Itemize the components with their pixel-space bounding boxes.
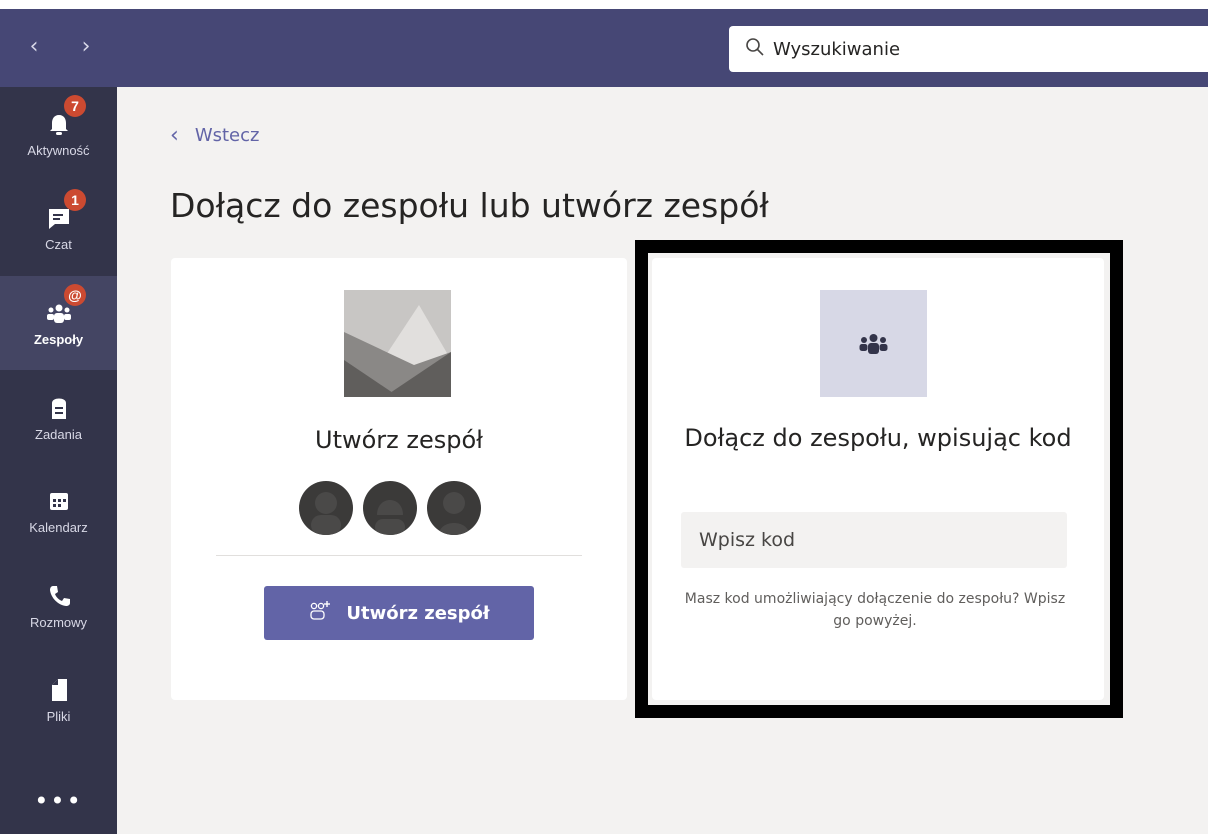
app-rail: 7 Aktywność 1 Czat @ Zespoły Zadania Kal…: [0, 87, 117, 834]
avatar: [427, 481, 481, 535]
back-label: Wstecz: [194, 124, 260, 146]
avatar: [363, 481, 417, 535]
phone-icon: [44, 581, 74, 611]
rail-item-label: Pliki: [46, 709, 71, 724]
rail-item-assignments[interactable]: Zadania: [0, 371, 117, 465]
search-box[interactable]: Wyszukiwanie: [729, 26, 1208, 72]
avatar: [299, 481, 353, 535]
member-avatars: [299, 481, 499, 535]
history-back-icon[interactable]: ‹: [22, 35, 46, 59]
file-icon: [44, 675, 74, 705]
chat-badge: 1: [64, 189, 86, 211]
create-team-card[interactable]: Utwórz zespół Utwórz zespół: [171, 258, 627, 700]
rail-item-label: Czat: [45, 237, 72, 252]
join-card-title: Dołącz do zespołu, wpisując kod: [684, 424, 1072, 452]
rail-item-activity[interactable]: 7 Aktywność: [0, 87, 117, 181]
search-icon: [745, 37, 765, 61]
calendar-icon: [44, 486, 74, 516]
create-team-button[interactable]: Utwórz zespół: [264, 586, 534, 640]
window-top-edge: [0, 0, 1208, 9]
page-title: Dołącz do zespołu lub utwórz zespół: [170, 186, 769, 225]
team-image-placeholder-icon: [344, 290, 451, 401]
activity-badge: 7: [64, 95, 86, 117]
rail-item-teams[interactable]: @ Zespoły: [0, 276, 117, 370]
create-card-title: Utwórz zespół: [315, 426, 483, 454]
history-forward-icon[interactable]: ›: [74, 35, 98, 59]
join-team-image-icon: [820, 290, 927, 401]
create-team-button-label: Utwórz zespół: [346, 602, 490, 624]
rail-item-label: Aktywność: [27, 143, 90, 158]
rail-item-label: Kalendarz: [29, 520, 88, 535]
search-placeholder: Wyszukiwanie: [773, 38, 901, 60]
add-people-icon: [308, 600, 332, 627]
rail-item-calendar[interactable]: Kalendarz: [0, 464, 117, 558]
join-team-card[interactable]: Dołącz do zespołu, wpisując kod Masz kod…: [652, 258, 1104, 700]
mention-badge: @: [64, 284, 86, 306]
rail-item-label: Zespoły: [33, 332, 84, 347]
rail-item-calls[interactable]: Rozmowy: [0, 559, 117, 653]
chevron-left-icon: ‹: [170, 122, 179, 148]
rail-item-chat[interactable]: 1 Czat: [0, 181, 117, 275]
divider: [216, 555, 582, 556]
rail-item-files[interactable]: Pliki: [0, 653, 117, 747]
rail-item-label: Rozmowy: [29, 615, 88, 630]
rail-item-label: Zadania: [35, 427, 82, 442]
assignments-icon: [44, 393, 74, 423]
more-apps-icon[interactable]: •••: [0, 787, 117, 815]
join-hint: Masz kod umożliwiający dołączenie do zes…: [684, 591, 1066, 629]
team-code-input[interactable]: [681, 512, 1067, 568]
back-link[interactable]: ‹ Wstecz: [170, 122, 259, 148]
title-bar: ‹ › Wyszukiwanie: [0, 9, 1208, 87]
